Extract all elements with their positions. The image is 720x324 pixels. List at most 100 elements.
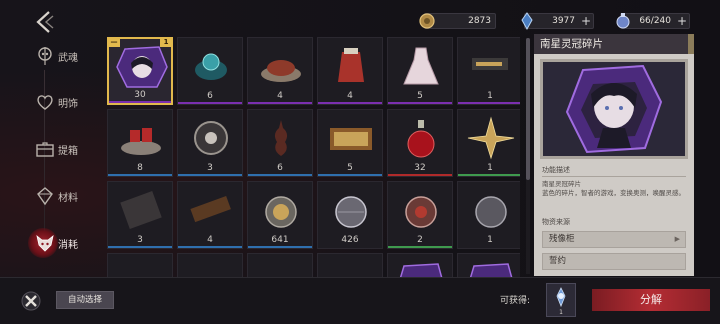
inventory-slot[interactable]: [317, 253, 383, 277]
decompose-button[interactable]: 分解: [592, 289, 710, 311]
close-icon[interactable]: [20, 290, 42, 312]
rarity-bar: [318, 174, 382, 176]
inventory-grid: 30 — 1 6 4 4 5 1 8 3 6 5 32 1 3 4 641 426 2 1: [106, 37, 520, 277]
red-potion-icon: [407, 120, 435, 158]
red-item-icon: [184, 260, 238, 277]
rarity-bar: [318, 102, 382, 104]
inventory-slot[interactable]: 3: [177, 109, 243, 177]
nav-label-mingshi: 明饰: [58, 98, 78, 110]
gun-icon: [472, 58, 508, 70]
crystal-counter: 3977 +: [521, 12, 594, 31]
nav-item-cailiao[interactable]: 材料: [34, 184, 94, 208]
rarity-bar: [248, 174, 312, 176]
books-icon: [330, 128, 372, 150]
item-detail-panel: 南星灵冠碎片 功能描述 南星灵冠碎片 蓝色的碎片，智者的游戏，变换奥测，唤醒灵感…: [534, 34, 694, 276]
red-item-icon: [114, 260, 168, 277]
item-count: 5: [417, 91, 423, 101]
inventory-slot[interactable]: 3: [107, 181, 173, 249]
potion-bag-icon: [338, 48, 364, 82]
auto-select-button[interactable]: 自动选择: [56, 291, 114, 309]
inventory-slot[interactable]: 32: [387, 109, 453, 177]
rarity-bar: [388, 246, 452, 248]
inventory-slot[interactable]: 1: [457, 181, 520, 249]
divider: [542, 176, 686, 177]
source-label: 誓约: [549, 256, 567, 266]
skull-sword-icon: [38, 47, 52, 65]
inventory-slot[interactable]: 641: [247, 181, 313, 249]
item-count: 3: [207, 163, 213, 173]
inventory-slot[interactable]: 4: [177, 181, 243, 249]
violin-icon: [274, 120, 288, 156]
reward-item[interactable]: 1: [546, 283, 576, 317]
obtainable-label: 可获得:: [500, 296, 531, 306]
scrollbar-thumb[interactable]: [526, 38, 530, 180]
inventory-scrollbar[interactable]: [526, 38, 530, 274]
item-count: 3: [137, 235, 143, 245]
inventory-slot[interactable]: 1: [457, 109, 520, 177]
silver-orb-icon: [335, 196, 367, 228]
blue-flower-icon: [556, 287, 566, 308]
rarity-bar: [178, 246, 242, 248]
inventory-slot[interactable]: [177, 253, 243, 277]
inventory-slot[interactable]: [107, 253, 173, 277]
item-desc-name: 南星灵冠碎片: [542, 180, 581, 188]
inventory-slot[interactable]: [387, 253, 453, 277]
inventory-slot[interactable]: [247, 253, 313, 277]
item-count: 2: [417, 235, 423, 245]
inventory-slot[interactable]: 8: [107, 109, 173, 177]
rarity-bar: [108, 246, 172, 248]
crystal-add-button[interactable]: +: [579, 14, 593, 28]
red-orb-icon: [405, 196, 437, 228]
inventory-slot[interactable]: 426: [317, 181, 383, 249]
decrease-selection-button[interactable]: —: [108, 38, 120, 47]
rarity-bar: [108, 174, 172, 176]
nav-item-tixiang[interactable]: 提箱: [34, 137, 94, 161]
scroll-icon: [120, 191, 162, 229]
item-description: 蓝色的碎片，智者的游戏，变换奥测，唤醒灵感。: [542, 189, 685, 197]
nav-item-mingshi[interactable]: 明饰: [34, 90, 94, 114]
purple-shard-icon: [469, 263, 513, 277]
inventory-slot[interactable]: 4: [247, 37, 313, 105]
item-count: 6: [277, 163, 283, 173]
inventory-slot[interactable]: 1: [457, 37, 520, 105]
source-row-canxianggui[interactable]: 残像柜 ▶: [542, 231, 686, 248]
rarity-bar: [388, 174, 452, 176]
rarity-bar: [178, 174, 242, 176]
back-arrow-icon[interactable]: [34, 10, 56, 34]
inventory-slot[interactable]: 30 — 1: [107, 37, 173, 105]
inventory-slot[interactable]: 4: [317, 37, 383, 105]
nav-label-xiaohao: 消耗: [58, 239, 78, 251]
energy-add-button[interactable]: +: [675, 14, 689, 28]
rarity-bar: [178, 102, 242, 104]
gray-orb-icon: [475, 196, 507, 228]
coin-icon: [419, 13, 435, 29]
inventory-slot[interactable]: 5: [317, 109, 383, 177]
energy-flask-icon: [616, 13, 630, 29]
source-section-label: 物资来源: [542, 218, 570, 226]
inventory-slot[interactable]: 2: [387, 181, 453, 249]
wood-block-icon: [190, 195, 231, 223]
item-count: 8: [137, 163, 143, 173]
item-count: 5: [347, 163, 353, 173]
source-label: 残像柜: [549, 234, 575, 244]
item-portrait: [540, 59, 688, 159]
item-count: 1: [487, 91, 493, 101]
item-title: 南星灵冠碎片: [534, 34, 694, 54]
energy-counter: 66/240 +: [616, 13, 690, 29]
item-count: 6: [207, 91, 213, 101]
source-row-shiyue[interactable]: 誓约: [542, 253, 686, 270]
item-count: 30: [134, 90, 146, 100]
inventory-slot[interactable]: 5: [387, 37, 453, 105]
gift-plate-icon: [121, 128, 161, 155]
nav-item-xiaohao[interactable]: 消耗: [34, 231, 94, 255]
inventory-slot[interactable]: 6: [247, 109, 313, 177]
chest-icon: [36, 142, 54, 157]
rarity-bar: [248, 102, 312, 104]
gold-orb-icon: [265, 196, 297, 228]
nav-item-wuhun[interactable]: 武魂: [34, 44, 94, 68]
inventory-slot[interactable]: [457, 253, 520, 277]
item-count: 4: [207, 235, 213, 245]
inventory-slot[interactable]: 6: [177, 37, 243, 105]
purple-shard-icon: [399, 263, 443, 277]
ring-tray-icon: [194, 121, 228, 155]
